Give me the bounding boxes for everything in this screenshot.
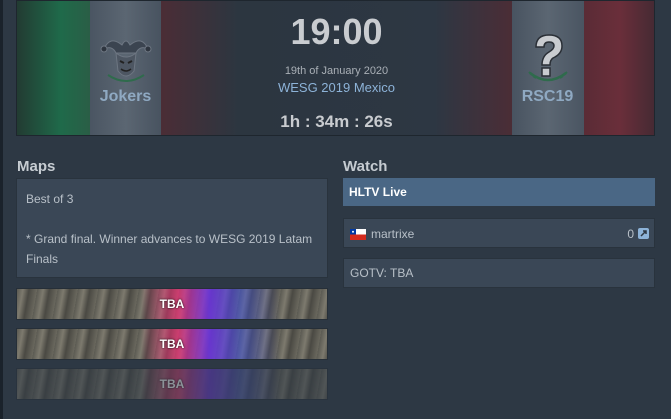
map-veto-3[interactable]: TBA [16,368,328,400]
match-date: 19th of January 2020 [284,65,389,77]
jester-hat-logo-icon [100,40,151,82]
match-time: 19:00 [290,11,383,52]
chile-flag-icon [350,229,366,240]
watch-title: Watch [343,158,388,175]
flag-band-red [584,1,654,135]
external-link-icon[interactable] [638,228,649,239]
stream-row[interactable]: martrixe 0 [343,218,655,248]
gotv-row: GOTV: TBA [343,258,655,288]
team2-name: RSC19 [521,88,574,105]
hltv-live-tab[interactable]: HLTV Live [343,178,655,206]
team1-name: Jokers [99,88,152,105]
event-link[interactable]: WESG 2019 Mexico [161,80,512,95]
match-info: 19:00 19th of January 2020 WESG 2019 Mex… [161,1,512,132]
match-header: Jokers 19:00 19th of January 2020 WESG 2… [16,0,655,136]
team1[interactable]: Jokers [90,31,161,106]
map-label: TBA [159,337,185,351]
viewer-count: 0 [627,227,634,241]
left-edge-divider [0,0,3,419]
map-label: TBA [159,297,185,311]
question-mark-logo-icon [527,34,568,82]
match-note: * Grand final. Winner advances to WESG 2… [26,232,313,266]
flag-band-green [17,1,90,135]
streamer-name: martrixe [371,227,415,241]
countdown: 1h : 34m : 26s [280,112,393,131]
team2[interactable]: RSC19 [512,31,583,106]
map-veto-2[interactable]: TBA [16,328,328,360]
map-label: TBA [159,377,185,391]
map-veto-1[interactable]: TBA [16,288,328,320]
maps-info-box: Best of 3 * Grand final. Winner advances… [16,178,328,278]
best-of-text: Best of 3 [26,192,74,206]
maps-title: Maps [17,158,56,175]
